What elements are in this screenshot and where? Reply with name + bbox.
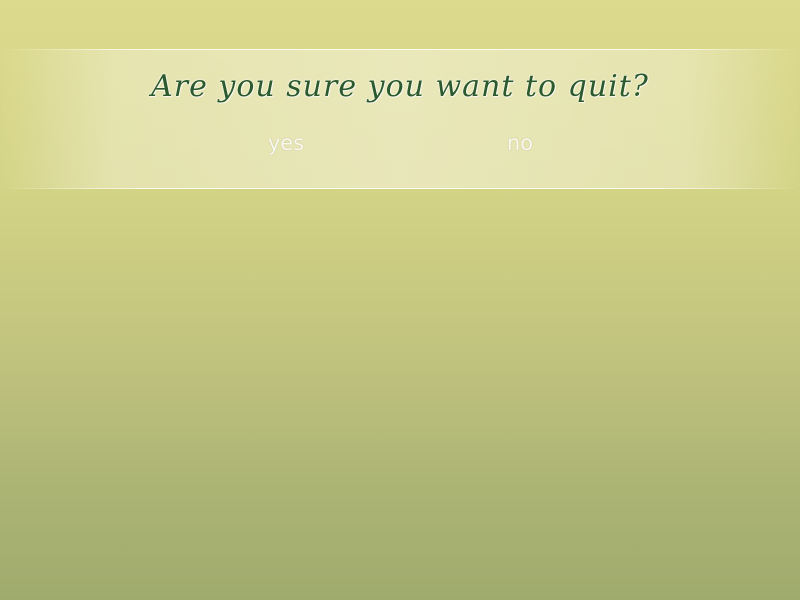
no-button[interactable]: no bbox=[507, 131, 533, 155]
quit-confirm-dialog: Are you sure you want to quit? yes no bbox=[0, 49, 800, 189]
quit-prompt-text: Are you sure you want to quit? bbox=[151, 69, 649, 104]
yes-button[interactable]: yes bbox=[268, 131, 304, 155]
